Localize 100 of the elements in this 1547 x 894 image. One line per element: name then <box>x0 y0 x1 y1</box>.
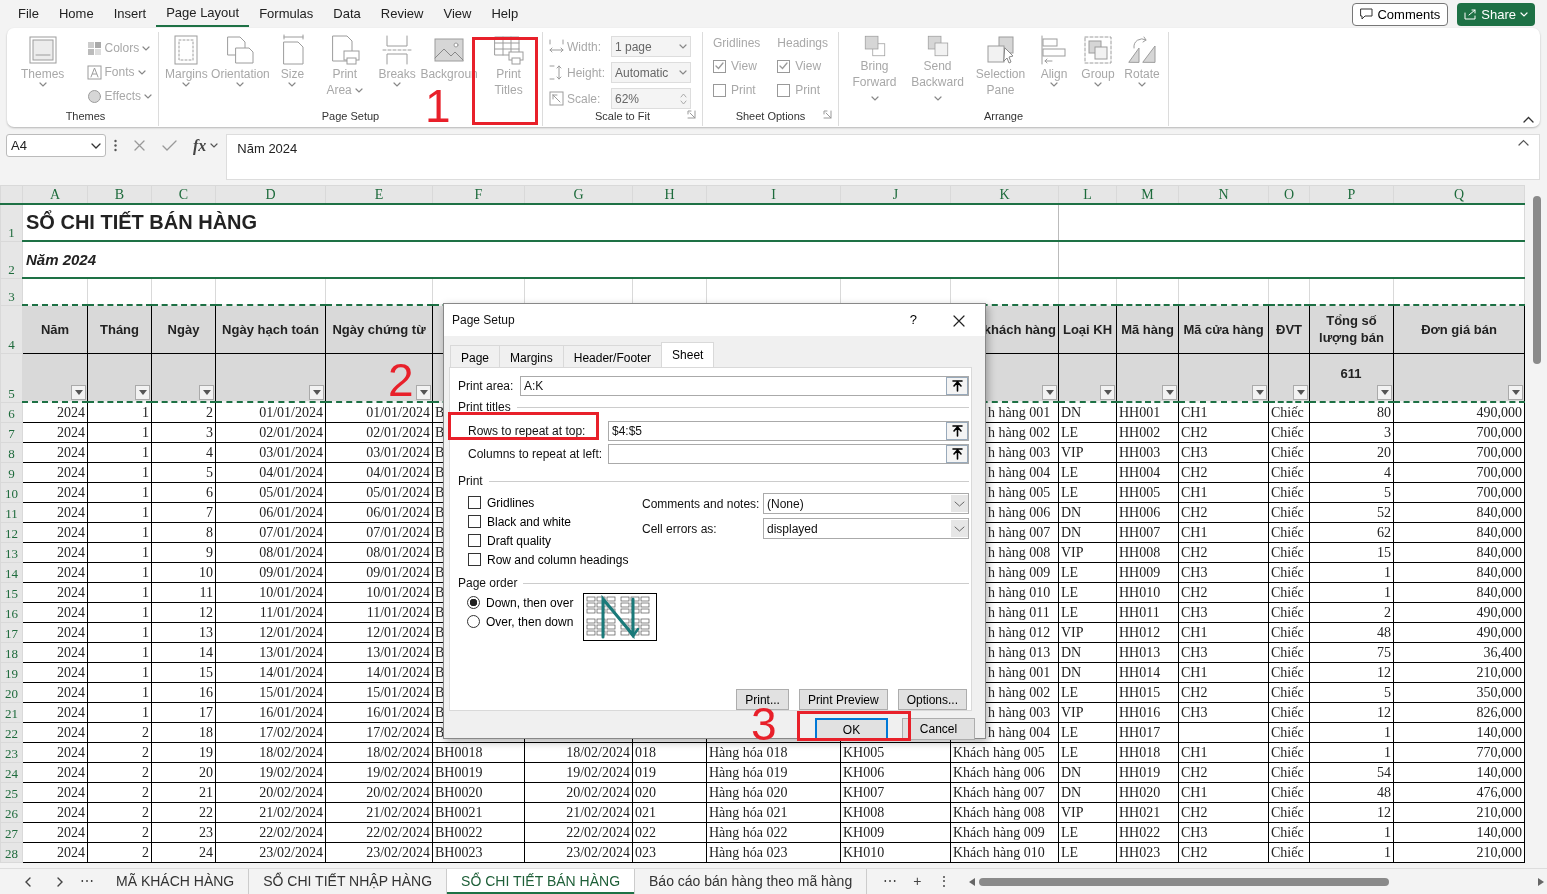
row-number[interactable]: 27 <box>0 822 23 842</box>
row-number[interactable]: 2 <box>0 241 23 278</box>
filter-button[interactable] <box>416 385 431 400</box>
menu-tab[interactable]: Insert <box>103 2 157 26</box>
row-number[interactable]: 16 <box>0 602 23 622</box>
rows-to-repeat-field[interactable]: $4:$5 <box>608 421 969 441</box>
column-header[interactable]: E <box>325 185 433 204</box>
table-cell: BH0021 <box>435 804 483 820</box>
comments-button[interactable]: Comments <box>1352 2 1449 26</box>
radio-button[interactable]: Over, then down <box>467 612 583 631</box>
dialog-tab[interactable]: Page <box>450 345 501 367</box>
help-button[interactable]: ? <box>903 309 923 331</box>
menu-tab[interactable]: Review <box>370 2 434 26</box>
row-number[interactable]: 28 <box>0 842 23 862</box>
menu-tab[interactable]: Home <box>48 2 104 26</box>
filter-button[interactable] <box>71 385 86 400</box>
share-button[interactable]: Share <box>1457 2 1535 26</box>
row-number[interactable]: 15 <box>0 582 23 602</box>
row-number[interactable]: 11 <box>0 502 23 522</box>
row-number[interactable]: 13 <box>0 542 23 562</box>
dropdown-field[interactable]: (None) <box>763 493 969 514</box>
row-number[interactable]: 6 <box>0 402 23 422</box>
collapse-dialog-button[interactable] <box>946 377 968 395</box>
row-number[interactable]: 21 <box>0 702 23 722</box>
column-header[interactable]: A <box>22 185 88 204</box>
column-header[interactable]: C <box>151 185 216 204</box>
menu-tab[interactable]: Help <box>481 2 529 26</box>
radio-button[interactable]: Down, then over <box>467 593 583 612</box>
dialog-button[interactable]: OK <box>815 718 888 740</box>
sheet-options-button[interactable]: ⋮ <box>929 869 960 894</box>
filter-button[interactable] <box>1042 385 1057 400</box>
filter-button[interactable] <box>1100 385 1115 400</box>
more-sheets-button[interactable]: ⋯ <box>72 869 102 894</box>
row-number[interactable]: 3 <box>0 278 23 305</box>
checkbox[interactable]: Draft quality <box>468 531 642 550</box>
checkbox[interactable]: Gridlines <box>468 493 642 512</box>
column-header[interactable]: J <box>840 185 951 204</box>
menu-tab[interactable]: View <box>433 2 482 26</box>
insert-function-button[interactable]: fx <box>193 133 207 158</box>
column-header[interactable]: N <box>1178 185 1269 204</box>
filter-button[interactable] <box>1252 385 1267 400</box>
worksheet-tab[interactable]: SỔ CHI TIẾT BÁN HÀNG <box>447 869 636 894</box>
dialog-button[interactable]: Cancel <box>902 718 975 740</box>
row-number[interactable]: 24 <box>0 762 23 782</box>
row-number[interactable]: 18 <box>0 642 23 662</box>
menu-tab[interactable]: Formulas <box>249 2 324 26</box>
filter-button[interactable] <box>1162 385 1177 400</box>
checkbox[interactable]: Row and column headings <box>468 550 642 569</box>
column-header[interactable]: H <box>632 185 707 204</box>
row-number[interactable]: 25 <box>0 782 23 802</box>
column-header[interactable]: M <box>1116 185 1179 204</box>
row-number[interactable]: 19 <box>0 662 23 682</box>
add-sheet-button[interactable]: + <box>905 869 930 894</box>
row-number[interactable]: 17 <box>0 622 23 642</box>
row-number[interactable]: 4 <box>0 305 23 353</box>
column-header[interactable]: G <box>524 185 633 204</box>
filter-button[interactable] <box>135 385 150 400</box>
menu-tab[interactable]: Data <box>323 2 371 26</box>
filter-button[interactable] <box>1293 385 1308 400</box>
column-header[interactable]: D <box>215 185 326 204</box>
row-number[interactable]: 8 <box>0 442 23 462</box>
formula-content[interactable]: Năm 2024 <box>237 139 298 175</box>
collapse-dialog-button[interactable] <box>946 445 968 463</box>
dialog-tab[interactable]: Sheet <box>661 342 715 367</box>
more-sheets-button[interactable]: ⋯ <box>875 869 906 894</box>
filter-button[interactable] <box>1377 385 1392 400</box>
column-header[interactable]: O <box>1268 185 1310 204</box>
column-header[interactable]: L <box>1058 185 1117 204</box>
columns-to-repeat-field[interactable] <box>608 444 969 464</box>
print-area-field[interactable]: A:K <box>520 376 969 396</box>
filter-button[interactable] <box>1508 385 1523 400</box>
menu-tab[interactable]: File <box>8 2 49 26</box>
row-number[interactable]: 22 <box>0 722 23 742</box>
row-number[interactable]: 1 <box>0 204 23 241</box>
row-number[interactable]: 7 <box>0 422 23 442</box>
column-header[interactable]: P <box>1309 185 1394 204</box>
column-header[interactable]: K <box>950 185 1059 204</box>
column-header[interactable]: Q <box>1393 185 1525 204</box>
column-header[interactable]: F <box>432 185 525 204</box>
name-box[interactable]: A4 <box>6 134 106 157</box>
column-header[interactable]: I <box>706 185 841 204</box>
column-header[interactable]: B <box>87 185 152 204</box>
worksheet-tab[interactable]: Báo cáo bán hàng theo mã hàng <box>635 869 868 894</box>
checkbox[interactable]: Black and white <box>468 512 642 531</box>
dialog-tab[interactable]: Margins <box>499 345 564 367</box>
dropdown-field[interactable]: displayed <box>763 518 969 539</box>
filter-button[interactable] <box>309 385 324 400</box>
worksheet-tab[interactable]: MÃ KHÁCH HÀNG <box>102 869 250 894</box>
row-number[interactable]: 14 <box>0 562 23 582</box>
dialog-button[interactable]: Options... <box>897 689 967 710</box>
row-number[interactable]: 9 <box>0 462 23 482</box>
row-number[interactable]: 20 <box>0 682 23 702</box>
dialog-button[interactable]: Print Preview <box>798 689 888 710</box>
filter-button[interactable] <box>199 385 214 400</box>
row-number[interactable]: 5 <box>0 353 23 402</box>
row-number[interactable]: 12 <box>0 522 23 542</box>
collapse-dialog-button[interactable] <box>946 422 968 440</box>
row-number[interactable]: 26 <box>0 802 23 822</box>
row-number[interactable]: 23 <box>0 742 23 762</box>
row-number[interactable]: 10 <box>0 482 23 502</box>
